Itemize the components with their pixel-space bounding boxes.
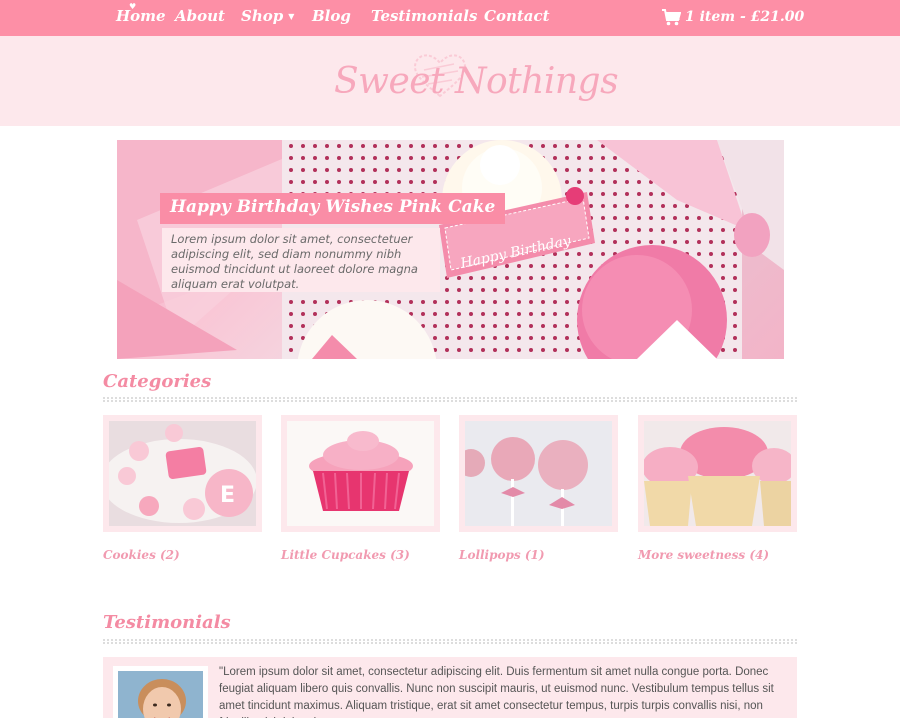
nav-blog-link[interactable]: Blog	[312, 7, 351, 25]
top-navigation-bar: ♥ Home About Shop ▼ Blog Testimonials Con…	[0, 0, 900, 36]
nav-about-label: About	[175, 7, 225, 25]
heart-icon: ♥	[129, 1, 137, 11]
avatar	[113, 666, 208, 718]
category-label-cookies[interactable]: Cookies (2)	[103, 548, 180, 562]
nav-shop-dropdown[interactable]: Shop ▼	[241, 7, 294, 25]
nav-contact-label: Contact	[484, 7, 550, 25]
categories-divider	[103, 397, 797, 402]
cart-icon	[662, 9, 681, 26]
nav-shop-label: Shop	[241, 7, 284, 25]
customer-photo	[118, 671, 203, 718]
ice-cream-image	[644, 421, 791, 526]
category-card-little-cupcakes[interactable]	[281, 415, 440, 532]
testimonials-divider	[103, 639, 797, 644]
category-card-lollipops[interactable]	[459, 415, 618, 532]
caret-down-icon: ▼	[288, 11, 295, 21]
nav-home-link[interactable]: ♥ Home	[116, 1, 166, 25]
nav-home-label: Home	[116, 7, 166, 25]
categories-heading: Categories	[103, 371, 212, 392]
nav-testimonials-label: Testimonials	[371, 7, 478, 25]
testimonial-quote: "Lorem ipsum dolor sit amet, consectetur…	[219, 666, 774, 718]
category-label-lollipops[interactable]: Lollipops (1)	[459, 548, 545, 562]
site-header: Sweet Nothings	[0, 36, 900, 126]
nav-testimonials-link[interactable]: Testimonials	[371, 7, 477, 25]
site-logo[interactable]: Sweet Nothings	[334, 61, 619, 102]
cookies-image: E	[109, 421, 256, 526]
category-card-cookies[interactable]: E	[103, 415, 262, 532]
nav-about-link[interactable]: About	[175, 7, 225, 25]
cupcake-image	[287, 421, 434, 526]
testimonial-card: "Lorem ipsum dolor sit amet, consectetur…	[103, 657, 797, 718]
category-label-little-cupcakes[interactable]: Little Cupcakes (3)	[281, 548, 410, 562]
nav-contact-link[interactable]: Contact	[484, 7, 550, 25]
category-label-more-sweetness[interactable]: More sweetness (4)	[638, 548, 769, 562]
lollipops-image	[465, 421, 612, 526]
cart-summary-text: 1 item - £21.00	[685, 9, 805, 25]
category-card-more-sweetness[interactable]	[638, 415, 797, 532]
hero-title[interactable]: Happy Birthday Wishes Pink Cake	[160, 193, 506, 224]
testimonials-heading: Testimonials	[103, 612, 231, 633]
hero-description: Lorem ipsum dolor sit amet, consectetuer…	[162, 228, 440, 292]
nav-blog-label: Blog	[312, 7, 351, 25]
svg-text:E: E	[220, 483, 235, 508]
